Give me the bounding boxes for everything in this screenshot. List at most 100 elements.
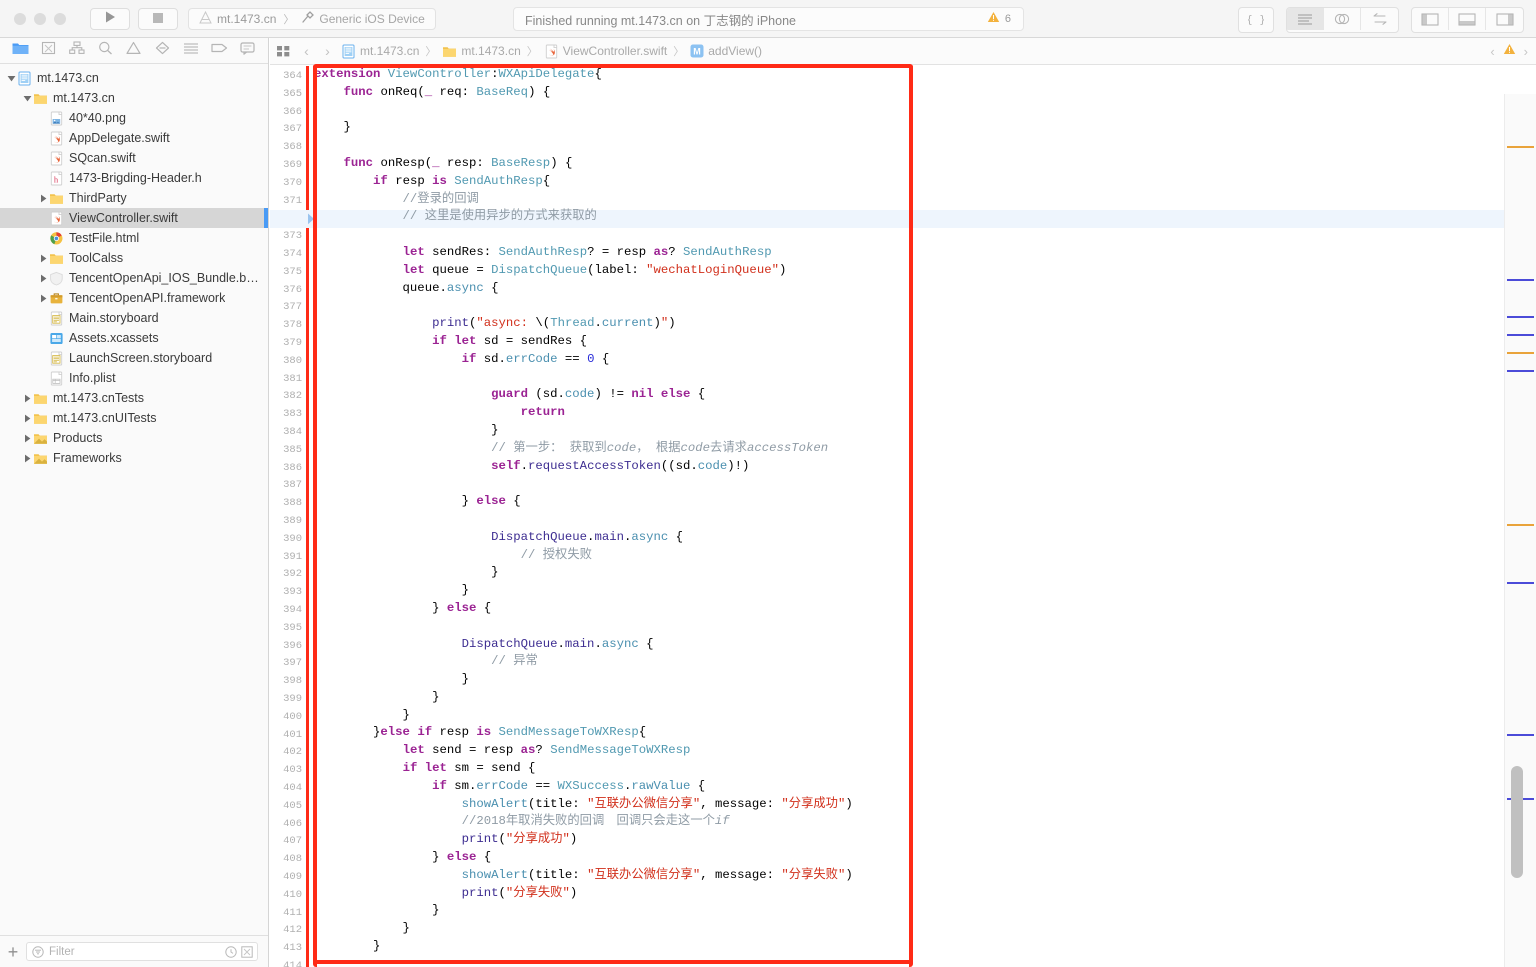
line-number[interactable]: 393	[283, 584, 302, 602]
line-number[interactable]: 374	[283, 246, 302, 264]
code-line[interactable]	[314, 102, 1504, 120]
line-number[interactable]: 369	[283, 157, 302, 175]
sidebar-item-debug-navigator[interactable]	[179, 41, 203, 61]
breadcrumb-segment[interactable]: ViewController.swift	[544, 44, 667, 59]
code-line[interactable]: //登录的回调	[314, 191, 1504, 209]
window-controls[interactable]	[14, 12, 66, 25]
code-line[interactable]: if let sd = sendRes {	[314, 333, 1504, 351]
warning-triangle-icon[interactable]	[1503, 42, 1516, 60]
code-line[interactable]: }	[314, 707, 1504, 725]
sidebar-item-source-control-navigator[interactable]	[37, 41, 61, 61]
line-number[interactable]: 414	[283, 958, 302, 967]
tree-item[interactable]: mt.1473.cnTests	[0, 388, 268, 408]
line-number[interactable]: 412	[283, 922, 302, 940]
line-number[interactable]: 366	[283, 104, 302, 122]
stop-button[interactable]	[138, 7, 178, 30]
code-line[interactable]: func onReq(_ req: BaseReq) {	[314, 84, 1504, 102]
code-braces-icon[interactable]: { }	[1239, 8, 1273, 30]
code-line[interactable]: }	[314, 564, 1504, 582]
clock-icon[interactable]	[225, 945, 237, 958]
tree-item[interactable]: mt.1473.cn	[0, 88, 268, 108]
line-number[interactable]: 410	[283, 887, 302, 905]
line-number[interactable]: 368	[283, 139, 302, 157]
code-line[interactable]: }	[314, 902, 1504, 920]
tree-item[interactable]: Products	[0, 428, 268, 448]
code-line[interactable]: let sendRes: SendAuthResp? = resp as? Se…	[314, 244, 1504, 262]
line-number[interactable]: 379	[283, 335, 302, 353]
line-number[interactable]: 404	[283, 780, 302, 798]
line-number[interactable]: 370	[283, 175, 302, 193]
code-line[interactable]: }	[314, 582, 1504, 600]
disclosure-triangle-icon[interactable]	[38, 288, 49, 308]
tree-item[interactable]: mt.1473.cn	[0, 68, 268, 88]
source-editor[interactable]: 3643653663673683693703713723733743753763…	[270, 66, 1536, 967]
line-number[interactable]: 389	[283, 513, 302, 531]
minimap-marker[interactable]	[1507, 734, 1534, 736]
code-line[interactable]: if let sm = send {	[314, 760, 1504, 778]
library-group[interactable]: { }	[1238, 7, 1274, 33]
line-number[interactable]: 395	[283, 620, 302, 638]
line-number[interactable]: 381	[283, 371, 302, 389]
standard-editor-icon[interactable]	[1287, 8, 1324, 30]
code-line[interactable]	[314, 618, 1504, 636]
code-line[interactable]: // 这里是使用异步的方式来获取的	[314, 208, 1504, 226]
previous-issue-button[interactable]: ‹	[1490, 44, 1494, 59]
code-line[interactable]: } else {	[314, 849, 1504, 867]
minimap-marker[interactable]	[1507, 334, 1534, 336]
sidebar-item-report-navigator[interactable]	[236, 41, 260, 61]
line-number[interactable]: 398	[283, 673, 302, 691]
disclosure-triangle-icon[interactable]	[38, 248, 49, 268]
code-line[interactable]	[314, 369, 1504, 387]
code-line[interactable]: }else if resp is SendMessageToWXResp{	[314, 724, 1504, 742]
code-line[interactable]: extension ViewController:WXApiDelegate{	[314, 66, 1504, 84]
line-number[interactable]: 396	[283, 638, 302, 656]
navigator-tab-bar[interactable]	[0, 38, 268, 64]
line-number[interactable]: 388	[283, 495, 302, 513]
line-number[interactable]: 408	[283, 851, 302, 869]
tree-item[interactable]: Assets.xcassets	[0, 328, 268, 348]
line-number[interactable]: 402	[283, 744, 302, 762]
code-line[interactable]: self.requestAccessToken((sd.code)!)	[314, 458, 1504, 476]
project-navigator-tree[interactable]: mt.1473.cn mt.1473.cn 40*40.png AppDelegate…	[0, 65, 268, 934]
minimap-marker[interactable]	[1507, 352, 1534, 354]
breadcrumb-segment[interactable]: mt.1473.cn	[341, 44, 419, 59]
line-number[interactable]: 383	[283, 406, 302, 424]
code-fold-arrow-icon[interactable]	[308, 210, 316, 228]
close-window-button[interactable]	[14, 12, 26, 25]
editor-scrollbar-minimap[interactable]	[1504, 94, 1536, 967]
line-number[interactable]: 397	[283, 655, 302, 673]
code-line[interactable]: }	[314, 671, 1504, 689]
code-line[interactable]: DispatchQueue.main.async {	[314, 529, 1504, 547]
line-number[interactable]: 382	[283, 388, 302, 406]
code-line[interactable]: if resp is SendAuthResp{	[314, 173, 1504, 191]
line-number[interactable]: 385	[283, 442, 302, 460]
line-number[interactable]: 399	[283, 691, 302, 709]
line-number[interactable]: 394	[283, 602, 302, 620]
code-line[interactable]: }	[314, 920, 1504, 938]
line-number[interactable]: 386	[283, 460, 302, 478]
sidebar-item-find-navigator[interactable]	[94, 41, 118, 61]
disclosure-triangle-icon[interactable]	[6, 68, 17, 88]
editor-mode-group[interactable]	[1286, 7, 1399, 33]
debug-area-toggle-icon[interactable]	[1449, 8, 1486, 30]
sidebar-item-breakpoint-navigator[interactable]	[207, 41, 231, 61]
disclosure-triangle-icon[interactable]	[22, 448, 33, 468]
code-line[interactable]: print("分享失败")	[314, 885, 1504, 903]
line-number[interactable]: 380	[283, 353, 302, 371]
line-number[interactable]: 365	[283, 86, 302, 104]
activity-status-bar[interactable]: Finished running mt.1473.cn on 丁志钢的 iPho…	[513, 7, 1024, 31]
minimize-window-button[interactable]	[34, 12, 46, 25]
tree-item[interactable]: AppDelegate.swift	[0, 128, 268, 148]
related-items-icon[interactable]	[270, 44, 296, 58]
tree-item[interactable]: ViewController.swift	[0, 208, 268, 228]
code-line[interactable]: queue.async {	[314, 280, 1504, 298]
navigate-back-button[interactable]: ‹	[296, 43, 317, 59]
tree-item[interactable]: Main.storyboard	[0, 308, 268, 328]
tree-item[interactable]: SQcan.swift	[0, 148, 268, 168]
code-line[interactable]: if sd.errCode == 0 {	[314, 351, 1504, 369]
line-number[interactable]: 400	[283, 709, 302, 727]
sidebar-item-project-navigator[interactable]	[8, 41, 32, 61]
line-number[interactable]: 364	[283, 68, 302, 86]
disclosure-triangle-icon[interactable]	[22, 388, 33, 408]
line-number[interactable]: 367	[283, 121, 302, 139]
